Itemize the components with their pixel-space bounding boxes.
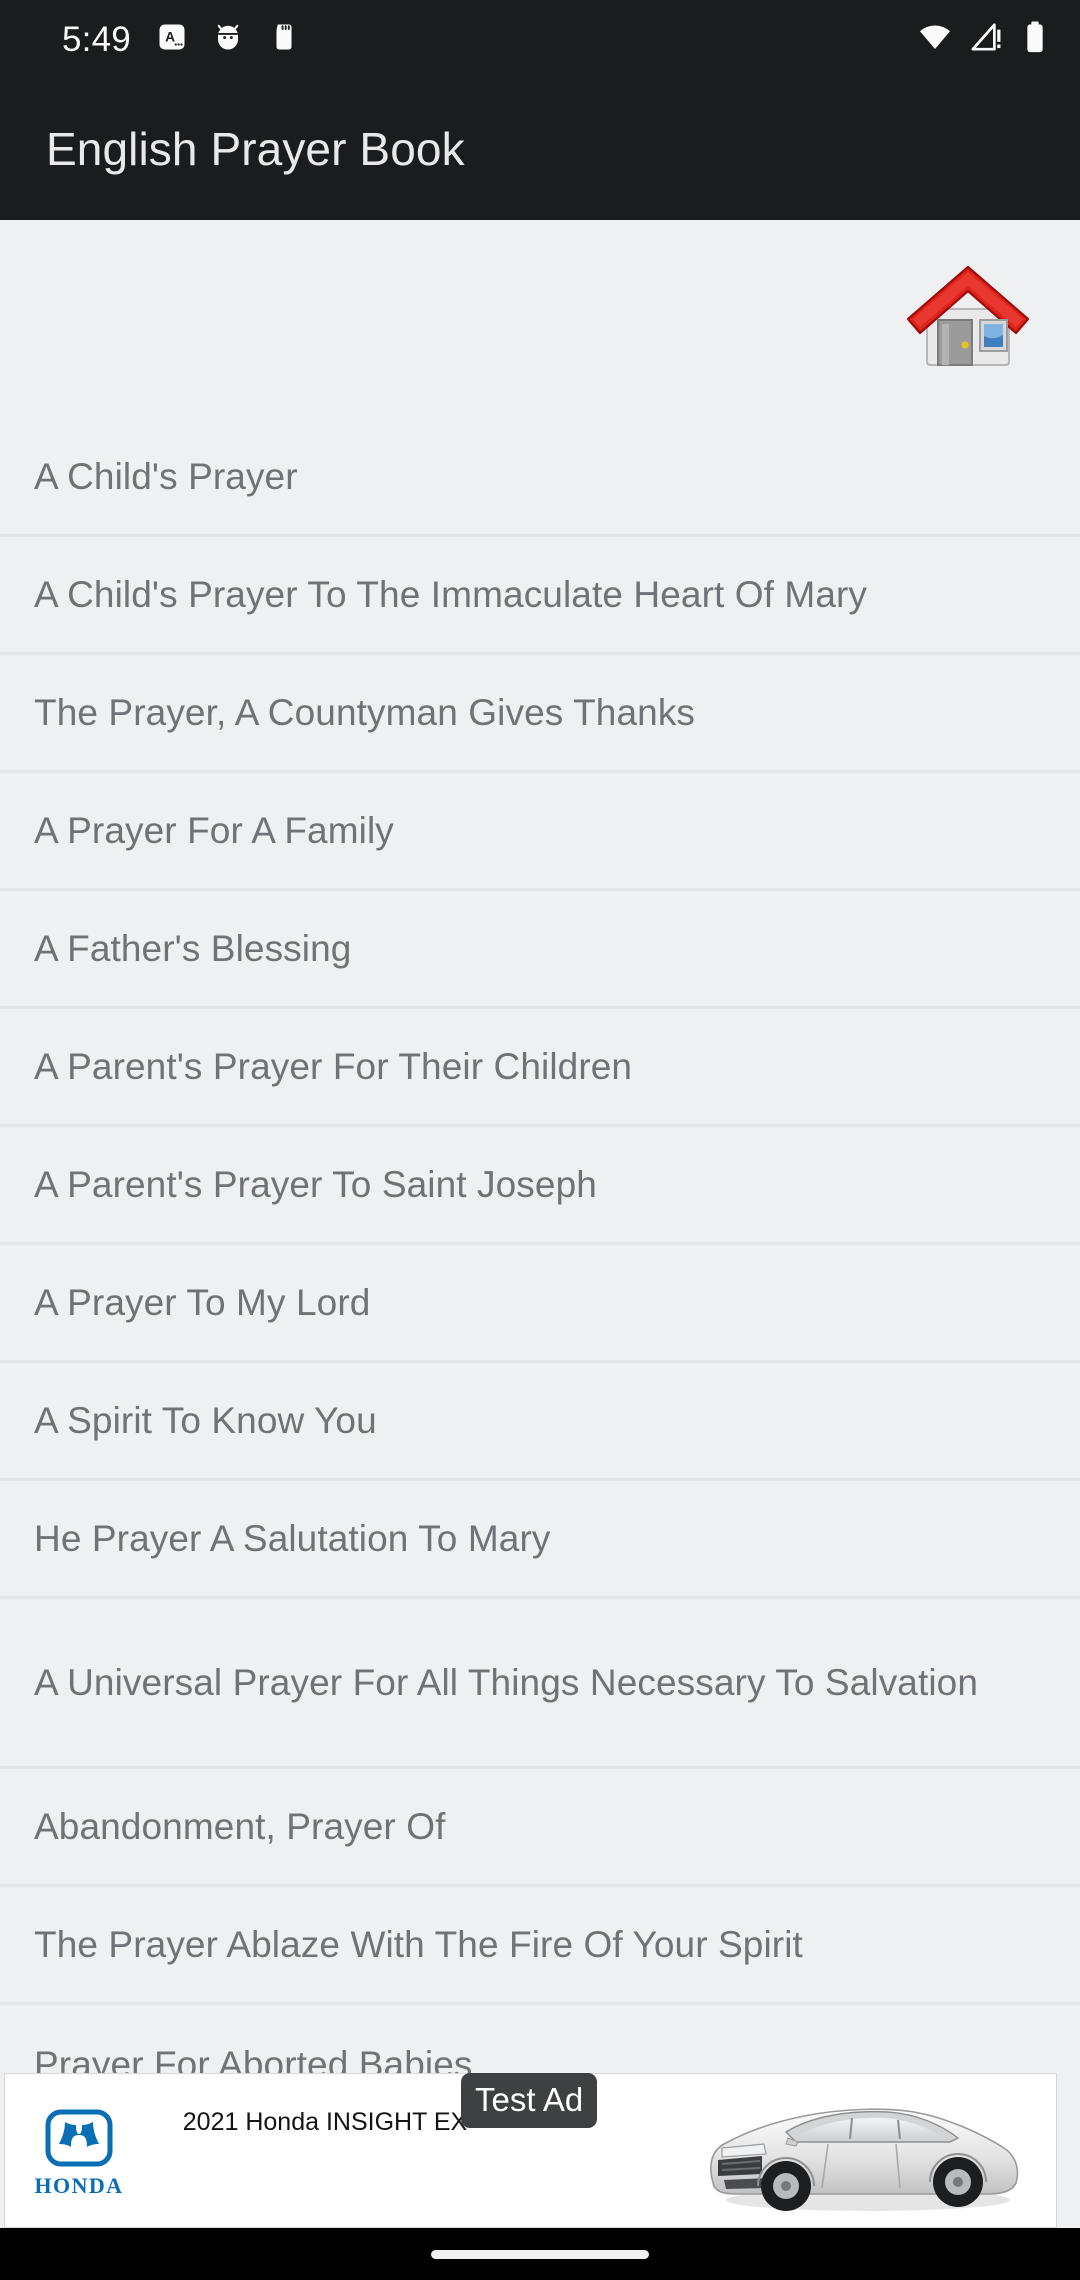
svg-text:A: A [165,29,175,44]
honda-emblem-icon [45,2109,113,2167]
ad-headline: 2021 Honda INSIGHT EX [182,2108,468,2136]
list-item[interactable]: A Prayer To My Lord [0,1245,1080,1363]
cellular-signal-alert-icon [970,20,1004,59]
list-item-label: Prayer For Aborted Babies [34,2043,473,2076]
list-item-label: A Spirit To Know You [34,1400,377,1441]
list-item-label: A Universal Prayer For All Things Necess… [34,1662,979,1703]
list-item-label: A Father's Blessing [34,928,352,969]
system-nav-bar [0,2228,1080,2280]
status-bar-left: 5:49 A [62,22,299,57]
list-item-label: A Prayer For A Family [34,810,394,851]
list-item-label: Abandonment, Prayer Of [34,1806,446,1847]
list-item-label: A Child's Prayer [34,456,298,497]
list-item-label: He Prayer A Salutation To Mary [34,1518,551,1559]
keyboard-language-icon: A [157,22,187,57]
wifi-icon [918,20,952,59]
list-item-label: A Child's Prayer To The Immaculate Heart… [34,574,868,615]
android-debug-icon [213,22,243,57]
sd-card-icon [269,22,299,57]
home-gesture-pill[interactable] [431,2249,649,2259]
phone-screen: 5:49 A English Prayer Book A Child's Pra… [0,0,1080,2280]
list-item[interactable]: A Child's Prayer To The Immaculate Heart… [0,537,1080,655]
list-item-label: A Parent's Prayer For Their Children [34,1046,633,1087]
list-item-label: The Prayer Ablaze With The Fire Of Your … [34,1924,803,1965]
home-button-row [0,220,1080,419]
list-item-label: The Prayer, A Countyman Gives Thanks [34,692,696,733]
battery-icon [1022,20,1048,59]
status-bar-right [918,20,1048,59]
list-item-label: A Parent's Prayer To Saint Joseph [34,1164,597,1205]
list-item[interactable]: A Universal Prayer For All Things Necess… [0,1599,1080,1769]
page-title: English Prayer Book [46,123,465,175]
list-item[interactable]: The Prayer, A Countyman Gives Thanks [0,655,1080,773]
status-bar: 5:49 A [0,0,1080,78]
list-item[interactable]: A Spirit To Know You [0,1363,1080,1481]
list-item[interactable]: A Prayer For A Family [0,773,1080,891]
list-item[interactable]: A Father's Blessing [0,891,1080,1009]
ad-car-image [700,2082,1030,2222]
list-item[interactable]: He Prayer A Salutation To Mary [0,1481,1080,1599]
list-item[interactable]: The Prayer Ablaze With The Fire Of Your … [0,1887,1080,2005]
list-item[interactable]: A Parent's Prayer To Saint Joseph [0,1127,1080,1245]
home-icon[interactable] [904,263,1032,373]
honda-logo: HONDA [23,2106,135,2202]
honda-wordmark: HONDA [34,2173,124,2198]
list-item[interactable]: A Parent's Prayer For Their Children [0,1009,1080,1127]
list-item[interactable]: A Child's Prayer [0,419,1080,537]
list-item-label: A Prayer To My Lord [34,1282,371,1323]
list-item[interactable]: Prayer For Aborted Babies [0,2005,1080,2075]
app-bar: English Prayer Book [0,78,1080,220]
test-ad-badge: Test Ad [461,2073,598,2128]
list-item[interactable]: Abandonment, Prayer Of [0,1769,1080,1887]
status-clock: 5:49 [62,19,131,59]
prayer-list[interactable]: A Child's Prayer A Child's Prayer To The… [0,220,1080,2075]
